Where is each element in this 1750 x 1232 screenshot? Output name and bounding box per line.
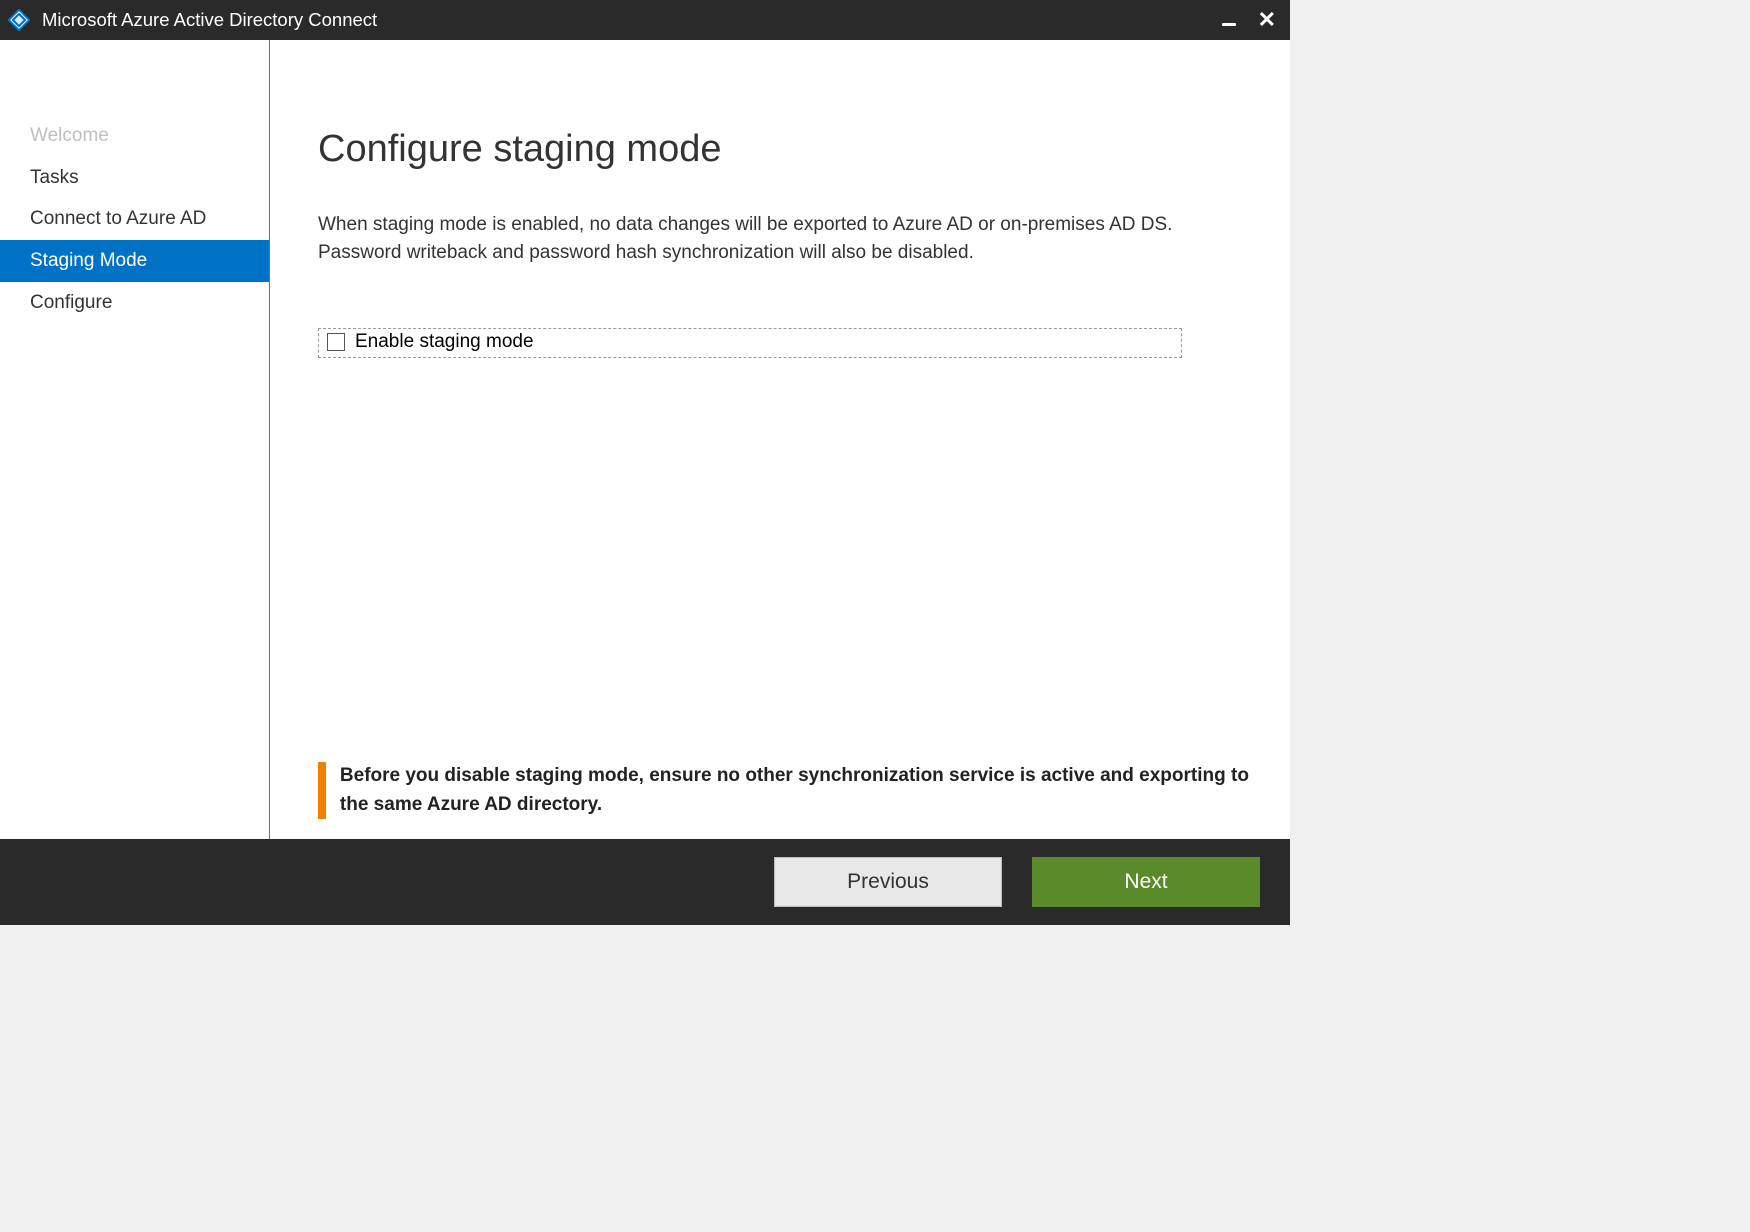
sidebar: Welcome Tasks Connect to Azure AD Stagin… <box>0 40 270 839</box>
sidebar-item-label: Configure <box>30 292 112 313</box>
sidebar-item-label: Tasks <box>30 167 79 188</box>
window-title: Microsoft Azure Active Directory Connect <box>42 9 1222 31</box>
sidebar-item-connect-azure-ad[interactable]: Connect to Azure AD <box>0 198 269 240</box>
sidebar-item-staging-mode[interactable]: Staging Mode <box>0 240 269 282</box>
enable-staging-mode-label: Enable staging mode <box>355 331 534 353</box>
sidebar-item-label: Connect to Azure AD <box>30 208 206 229</box>
previous-button[interactable]: Previous <box>774 857 1002 907</box>
sidebar-item-label: Staging Mode <box>30 250 147 271</box>
warning-accent-bar <box>318 762 326 819</box>
footer: Previous Next <box>0 839 1290 925</box>
warning-text: Before you disable staging mode, ensure … <box>340 762 1270 819</box>
close-icon[interactable]: ✕ <box>1254 9 1280 31</box>
sidebar-item-tasks[interactable]: Tasks <box>0 157 269 199</box>
page-title: Configure staging mode <box>318 128 1242 171</box>
window-body: Welcome Tasks Connect to Azure AD Stagin… <box>0 40 1290 839</box>
titlebar: Microsoft Azure Active Directory Connect… <box>0 0 1290 40</box>
app-window: Microsoft Azure Active Directory Connect… <box>0 0 1290 925</box>
minimize-icon[interactable] <box>1222 23 1236 26</box>
window-controls: ✕ <box>1222 9 1280 31</box>
sidebar-item-welcome[interactable]: Welcome <box>0 115 269 157</box>
main-content: Configure staging mode When staging mode… <box>270 40 1290 839</box>
page-description: When staging mode is enabled, no data ch… <box>318 211 1242 266</box>
sidebar-item-configure[interactable]: Configure <box>0 282 269 324</box>
next-button[interactable]: Next <box>1032 857 1260 907</box>
warning-banner: Before you disable staging mode, ensure … <box>318 762 1270 819</box>
azure-logo-icon <box>8 9 30 31</box>
enable-staging-mode-checkbox[interactable] <box>327 333 345 351</box>
sidebar-item-label: Welcome <box>30 125 109 146</box>
enable-staging-mode-row[interactable]: Enable staging mode <box>318 328 1182 358</box>
